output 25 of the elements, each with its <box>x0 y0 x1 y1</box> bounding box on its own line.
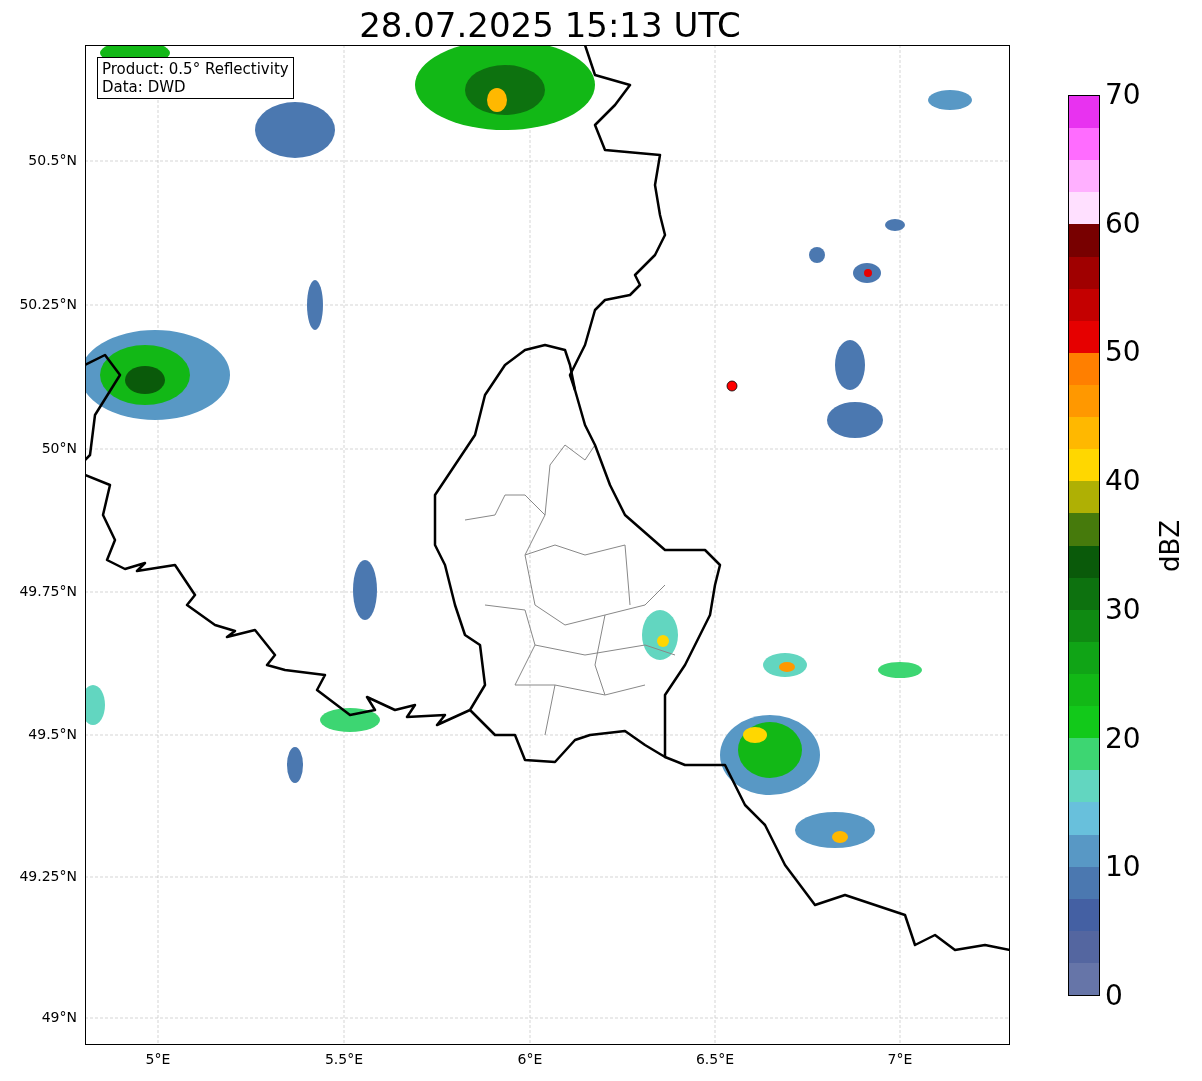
colorbar-label: dBZ <box>1155 519 1185 572</box>
longitude-label: 5.5°E <box>323 1051 365 1067</box>
radar-site-marker <box>726 380 738 392</box>
colorbar-tick-label: 30 <box>1105 593 1141 626</box>
latitude-label: 49.5°N <box>28 726 77 742</box>
longitude-label: 6.5°E <box>694 1051 736 1067</box>
latitude-label: 50.25°N <box>19 296 77 312</box>
colorbar-tick-label: 0 <box>1105 980 1123 1012</box>
chart-title: 28.07.2025 15:13 UTC <box>358 4 742 45</box>
colorbar-tick-label: 40 <box>1105 465 1141 498</box>
colorbar-tick-label: 20 <box>1105 722 1141 755</box>
latitude-label: 50.5°N <box>28 152 77 168</box>
colorbar-tick-label: 70 <box>1105 79 1141 111</box>
latitude-label: 50°N <box>41 440 77 456</box>
info-text: Data: DWD <box>102 78 187 96</box>
colorbar-tick-label: 10 <box>1105 851 1141 884</box>
colorbar-tick-label: 50 <box>1105 336 1141 369</box>
longitude-label: 6°E <box>516 1051 544 1067</box>
colorbar-tick-label: 60 <box>1105 207 1141 240</box>
info-text: Product: 0.5° Reflectivity <box>102 60 289 78</box>
longitude-label: 7°E <box>886 1051 914 1067</box>
latitude-label: 49.75°N <box>19 583 77 599</box>
latitude-label: 49°N <box>41 1009 77 1025</box>
latitude-label: 49.25°N <box>19 868 77 884</box>
longitude-label: 5°E <box>144 1051 172 1067</box>
